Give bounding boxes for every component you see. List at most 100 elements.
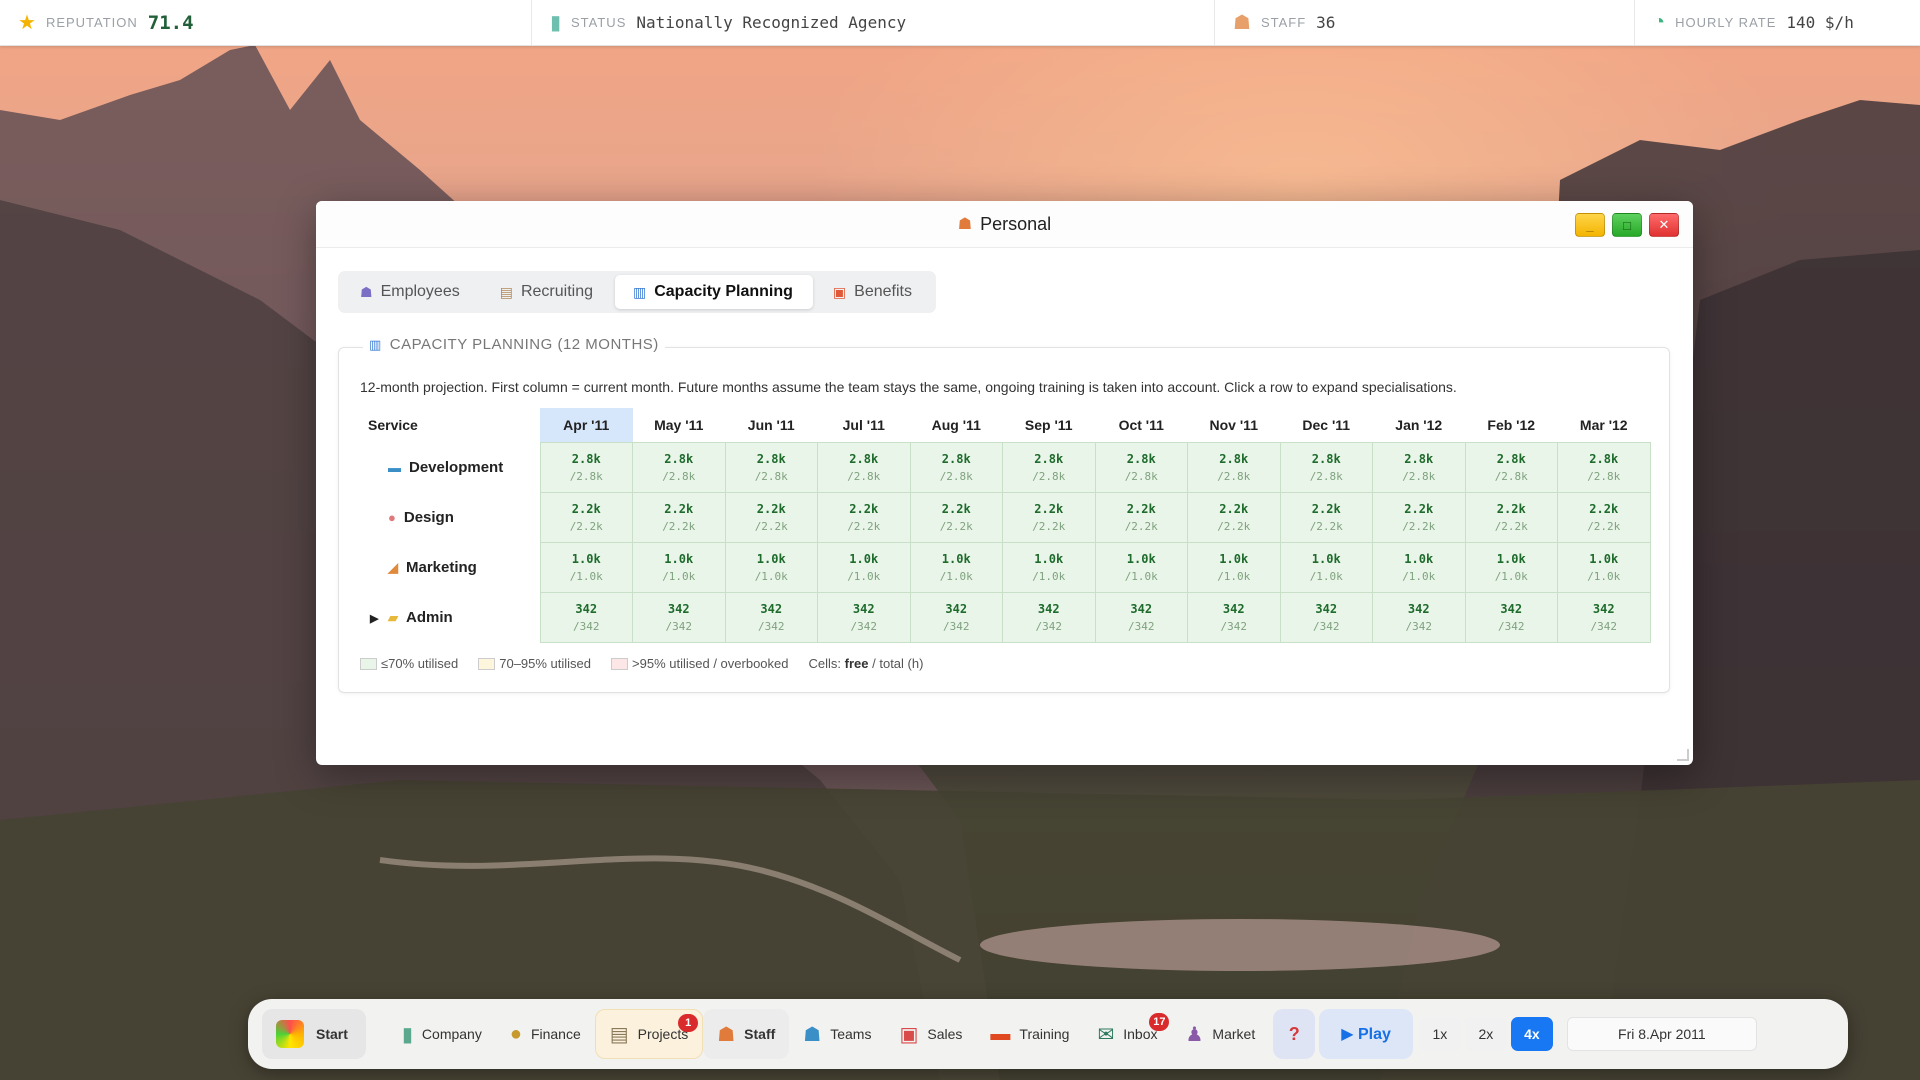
capacity-cell[interactable]: 342/342 — [909, 591, 1003, 643]
capacity-cell[interactable]: 2.2k/2.2k — [1372, 491, 1466, 543]
taskbar-teams-button[interactable]: ☗ Teams — [789, 1009, 885, 1059]
tab-recruiting[interactable]: ▤ Recruiting — [482, 275, 613, 309]
speed-1x-button[interactable]: 1x — [1418, 1017, 1461, 1051]
taskbar-market-button[interactable]: ♟ Market — [1171, 1009, 1269, 1059]
total-hours: /342 — [1313, 619, 1340, 633]
capacity-cell[interactable]: 342/342 — [817, 591, 911, 643]
capacity-cell[interactable]: 2.2k/2.2k — [724, 491, 818, 543]
capacity-cell[interactable]: 2.2k/2.2k — [817, 491, 911, 543]
capacity-cell[interactable]: 1.0k/1.0k — [1464, 541, 1558, 593]
service-row-development[interactable]: ▬ Development 2.8k/2.8k 2.8k/2.8k 2.8k/2.8k 2… — [360, 441, 1651, 493]
help-button[interactable]: ? — [1273, 1009, 1316, 1059]
free-hours: 2.8k — [1219, 451, 1249, 466]
capacity-cell[interactable]: 2.8k/2.8k — [632, 441, 726, 493]
tab-label: Capacity Planning — [654, 283, 793, 300]
capacity-cell[interactable]: 2.8k/2.8k — [1557, 441, 1651, 493]
free-hours: 2.2k — [1404, 501, 1434, 516]
taskbar-finance-button[interactable]: ● Finance — [496, 1009, 595, 1059]
capacity-cell[interactable]: 342/342 — [1094, 591, 1188, 643]
capacity-cell[interactable]: 342/342 — [724, 591, 818, 643]
free-hours: 2.2k — [1311, 501, 1341, 516]
service-row-design[interactable]: ● Design 2.2k/2.2k 2.2k/2.2k 2.2k/2.2k 2.2k/2… — [360, 491, 1651, 543]
capacity-cell[interactable]: 1.0k/1.0k — [817, 541, 911, 593]
tab-employees[interactable]: ☗ Employees — [342, 275, 480, 309]
capacity-cell[interactable]: 2.8k/2.8k — [1002, 441, 1096, 493]
taskbar-company-button[interactable]: ▮ Company — [388, 1009, 496, 1059]
capacity-cell[interactable]: 1.0k/1.0k — [1279, 541, 1373, 593]
taskbar-staff-button[interactable]: ☗ Staff — [703, 1009, 790, 1059]
service-name-cell[interactable]: ▶ ▰ Admin — [360, 592, 540, 642]
capacity-cell[interactable]: 2.2k/2.2k — [909, 491, 1003, 543]
capacity-cell[interactable]: 2.2k/2.2k — [539, 491, 633, 543]
capacity-cell[interactable]: 2.8k/2.8k — [1372, 441, 1466, 493]
taskbar-inbox-button[interactable]: ✉ Inbox 17 — [1083, 1009, 1171, 1059]
service-name-cell[interactable]: ● Design — [360, 492, 540, 542]
expand-arrow-icon[interactable]: ▶ — [370, 612, 388, 625]
capacity-cell[interactable]: 1.0k/1.0k — [539, 541, 633, 593]
taskbar-label: Finance — [530, 1026, 581, 1042]
capacity-cell[interactable]: 2.2k/2.2k — [1279, 491, 1373, 543]
tab-benefits[interactable]: ▣ Benefits — [815, 275, 932, 309]
capacity-cell[interactable]: 2.8k/2.8k — [817, 441, 911, 493]
capacity-cell[interactable]: 342/342 — [632, 591, 726, 643]
capacity-cell[interactable]: 1.0k/1.0k — [1002, 541, 1096, 593]
people-icon: ☗ — [1233, 12, 1251, 34]
capacity-cell[interactable]: 2.8k/2.8k — [1187, 441, 1281, 493]
window-titlebar[interactable]: ☗ Personal _ □ ✕ — [316, 201, 1693, 248]
capacity-cell[interactable]: 2.8k/2.8k — [539, 441, 633, 493]
capacity-cell[interactable]: 342/342 — [1464, 591, 1558, 643]
capacity-cell[interactable]: 1.0k/1.0k — [1187, 541, 1281, 593]
free-hours: 2.2k — [571, 501, 601, 516]
free-hours: 2.8k — [1034, 451, 1064, 466]
capacity-cell[interactable]: 1.0k/1.0k — [1372, 541, 1466, 593]
capacity-cell[interactable]: 342/342 — [1557, 591, 1651, 643]
month-header: Dec '11 — [1302, 416, 1351, 433]
capacity-cell[interactable]: 2.2k/2.2k — [1557, 491, 1651, 543]
resize-handle[interactable] — [1677, 749, 1689, 761]
capacity-cell[interactable]: 1.0k/1.0k — [632, 541, 726, 593]
service-name-cell[interactable]: ▬ Development — [360, 442, 540, 492]
capacity-cell[interactable]: 2.2k/2.2k — [1464, 491, 1558, 543]
tab-capacity-planning[interactable]: ▥ Capacity Planning — [614, 275, 813, 309]
capacity-cell[interactable]: 342/342 — [1372, 591, 1466, 643]
start-button[interactable]: Start — [262, 1009, 366, 1059]
service-row-marketing[interactable]: ◢ Marketing 1.0k/1.0k 1.0k/1.0k 1.0k/1.0k 1.0… — [360, 541, 1651, 593]
close-button[interactable]: ✕ — [1649, 213, 1679, 237]
capacity-cell[interactable]: 342/342 — [1187, 591, 1281, 643]
capacity-cell[interactable]: 2.2k/2.2k — [1094, 491, 1188, 543]
capacity-cell[interactable]: 1.0k/1.0k — [1094, 541, 1188, 593]
maximize-button[interactable]: □ — [1612, 213, 1642, 237]
speed-4x-button[interactable]: 4x — [1510, 1017, 1553, 1051]
capacity-cell[interactable]: 2.2k/2.2k — [632, 491, 726, 543]
free-hours: 2.2k — [1589, 501, 1619, 516]
capacity-cell[interactable]: 2.2k/2.2k — [1002, 491, 1096, 543]
total-hours: /2.8k — [569, 469, 603, 483]
minimize-button[interactable]: _ — [1575, 213, 1605, 237]
capacity-cell[interactable]: 342/342 — [1279, 591, 1373, 643]
capacity-cell[interactable]: 2.8k/2.8k — [909, 441, 1003, 493]
market-icon: ♟ — [1185, 1023, 1204, 1046]
training-icon: ▬ — [990, 1022, 1011, 1045]
service-row-admin[interactable]: ▶ ▰ Admin 342/342 342/342 342/342 342/342 342/3… — [360, 591, 1651, 643]
capacity-cell[interactable]: 1.0k/1.0k — [1557, 541, 1651, 593]
capacity-cell[interactable]: 2.2k/2.2k — [1187, 491, 1281, 543]
taskbar-sales-button[interactable]: ▣ Sales — [885, 1009, 976, 1059]
hourly-rate-stat: ◔ HOURLY RATE 140 $/h — [1635, 0, 1920, 45]
play-button[interactable]: ▶ Play — [1319, 1009, 1413, 1059]
total-hours: /2.8k — [1217, 469, 1251, 483]
taskbar-training-button[interactable]: ▬ Training — [976, 1009, 1083, 1059]
capacity-cell[interactable]: 2.8k/2.8k — [724, 441, 818, 493]
capacity-cell[interactable]: 2.8k/2.8k — [1279, 441, 1373, 493]
speed-2x-button[interactable]: 2x — [1464, 1017, 1507, 1051]
taskbar-projects-button[interactable]: ▤ Projects 1 — [594, 1009, 704, 1059]
capacity-cell[interactable]: 1.0k/1.0k — [909, 541, 1003, 593]
capacity-cell[interactable]: 1.0k/1.0k — [724, 541, 818, 593]
capacity-cell[interactable]: 2.8k/2.8k — [1464, 441, 1558, 493]
month-header: Jun '11 — [747, 416, 795, 433]
capacity-cell[interactable]: 342/342 — [539, 591, 633, 643]
reputation-value: 71.4 — [147, 11, 194, 34]
legend-item-low: ≤70% utilised — [360, 656, 458, 671]
capacity-cell[interactable]: 342/342 — [1002, 591, 1096, 643]
capacity-cell[interactable]: 2.8k/2.8k — [1094, 441, 1188, 493]
service-name-cell[interactable]: ◢ Marketing — [360, 542, 540, 592]
